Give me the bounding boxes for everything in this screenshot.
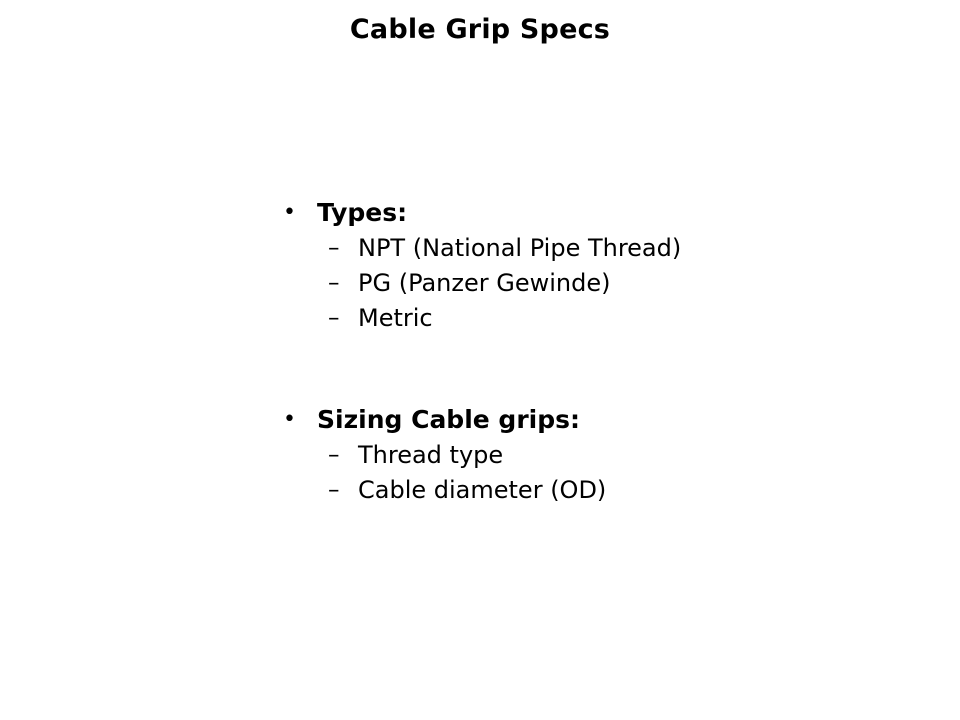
bullet-dash-icon: – xyxy=(328,305,340,331)
bullet-level2-label: PG (Panzer Gewinde) xyxy=(358,269,611,297)
bullet-dot-icon: • xyxy=(283,407,296,432)
bullet-level2-label: NPT (National Pipe Thread) xyxy=(358,234,682,262)
bullet-level1-types: • Types: xyxy=(278,198,878,232)
bullet-dash-icon: – xyxy=(328,270,340,296)
bullet-group-types: • Types: – NPT (National Pipe Thread) – … xyxy=(278,198,878,337)
bullet-level2-item: – Metric xyxy=(278,302,878,337)
bullet-level2-item: – Thread type xyxy=(278,439,878,474)
bullet-dash-icon: – xyxy=(328,235,340,261)
bullet-level2-label: Thread type xyxy=(358,441,504,469)
bullet-level1-label: Types: xyxy=(317,198,408,227)
bullet-group-sizing-cable-grips: • Sizing Cable grips: – Thread type – Ca… xyxy=(278,405,878,509)
bullet-level2-label: Cable diameter (OD) xyxy=(358,476,607,504)
slide: Cable Grip Specs • Types: – NPT (Nationa… xyxy=(0,0,960,720)
bullet-level2-item: – PG (Panzer Gewinde) xyxy=(278,267,878,302)
bullet-level2-label: Metric xyxy=(358,304,433,332)
bullet-dot-icon: • xyxy=(283,200,296,225)
slide-title: Cable Grip Specs xyxy=(349,14,611,45)
slide-body: • Types: – NPT (National Pipe Thread) – … xyxy=(278,198,878,509)
bullet-level1-sizing-cable-grips: • Sizing Cable grips: xyxy=(278,405,878,439)
bullet-dash-icon: – xyxy=(328,442,340,468)
bullet-level2-item: – Cable diameter (OD) xyxy=(278,474,878,509)
bullet-level2-item: – NPT (National Pipe Thread) xyxy=(278,232,878,267)
bullet-level1-label: Sizing Cable grips: xyxy=(317,405,581,434)
bullet-dash-icon: – xyxy=(328,477,340,503)
